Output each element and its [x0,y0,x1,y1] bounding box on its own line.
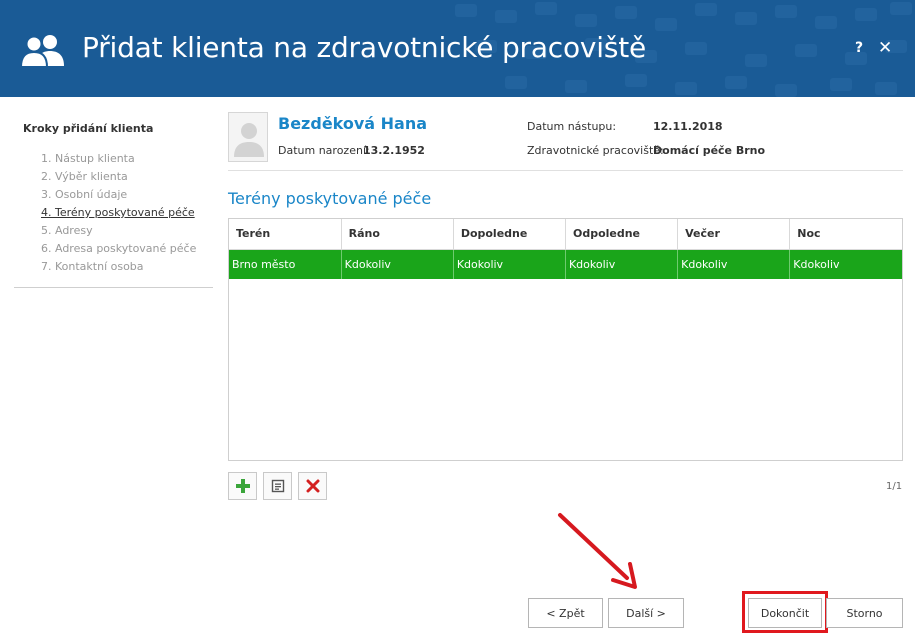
back-button[interactable]: < Zpět [528,598,603,628]
delete-button[interactable] [298,472,327,500]
steps-list: 1. Nástup klienta 2. Výběr klienta 3. Os… [41,152,196,278]
dialog-title: Přidat klienta na zdravotnické pracovišt… [82,31,647,64]
plus-icon [235,479,250,493]
column-header-vecer[interactable]: Večer [677,219,791,250]
column-header-odpoledne[interactable]: Odpoledne [565,219,679,250]
care-terrain-grid: Terén Ráno Dopoledne Odpoledne Večer Noc… [228,218,903,461]
table-cell[interactable]: Kdokoliv [789,249,902,279]
step-item-5[interactable]: 5. Adresy [41,224,196,242]
step-item-3[interactable]: 3. Osobní údaje [41,188,196,206]
next-button[interactable]: Další > [608,598,684,628]
divider [228,170,903,171]
table-cell[interactable]: Kdokoliv [565,249,679,279]
avatar [228,112,268,162]
step-item-1[interactable]: 1. Nástup klienta [41,152,196,170]
dialog-header: Přidat klienta na zdravotnické pracovišt… [0,0,915,97]
users-icon [20,35,64,67]
step-item-6[interactable]: 6. Adresa poskytované péče [41,242,196,260]
pager: 1/1 [886,481,903,492]
table-cell[interactable]: Kdokoliv [677,249,791,279]
workplace-value: Domácí péče Brno [653,144,766,157]
table-row[interactable]: Brno město Kdokoliv Kdokoliv Kdokoliv Kd… [229,249,902,279]
column-header-dopoledne[interactable]: Dopoledne [453,219,566,250]
cancel-button[interactable]: Storno [826,598,903,628]
help-button[interactable]: ? [855,40,863,56]
add-button[interactable] [228,472,257,500]
finish-highlight-annotation [742,591,828,633]
person-placeholder-icon [234,123,264,157]
column-header-rano[interactable]: Ráno [341,219,454,250]
step-item-2[interactable]: 2. Výběr klienta [41,170,196,188]
birth-date-value: 13.2.1952 [363,144,425,157]
close-button[interactable]: ✕ [878,38,892,58]
column-header-teren[interactable]: Terén [229,219,342,250]
start-date-label: Datum nástupu: [527,120,617,133]
section-title: Terény poskytované péče [228,189,432,208]
birth-date-label: Datum narození: [278,144,370,157]
grid-table: Terén Ráno Dopoledne Odpoledne Večer Noc… [229,219,902,279]
table-cell[interactable]: Kdokoliv [341,249,454,279]
edit-icon [271,479,284,493]
workplace-label: Zdravotnické pracoviště: [527,144,664,157]
table-cell[interactable]: Brno město [229,249,342,279]
steps-sidebar: Kroky přidání klienta 1. Nástup klienta … [14,120,213,288]
step-item-7[interactable]: 7. Kontaktní osoba [41,260,196,278]
steps-heading: Kroky přidání klienta [23,122,154,135]
grid-header-row: Terén Ráno Dopoledne Odpoledne Večer Noc [229,219,902,250]
table-cell[interactable]: Kdokoliv [453,249,566,279]
step-item-4[interactable]: 4. Terény poskytované péče [41,206,196,224]
start-date-value: 12.11.2018 [653,120,723,133]
edit-button[interactable] [263,472,292,500]
delete-icon [306,479,319,493]
red-arrow-annotation [558,513,637,589]
client-name: Bezděková Hana [278,114,428,133]
column-header-noc[interactable]: Noc [789,219,902,250]
